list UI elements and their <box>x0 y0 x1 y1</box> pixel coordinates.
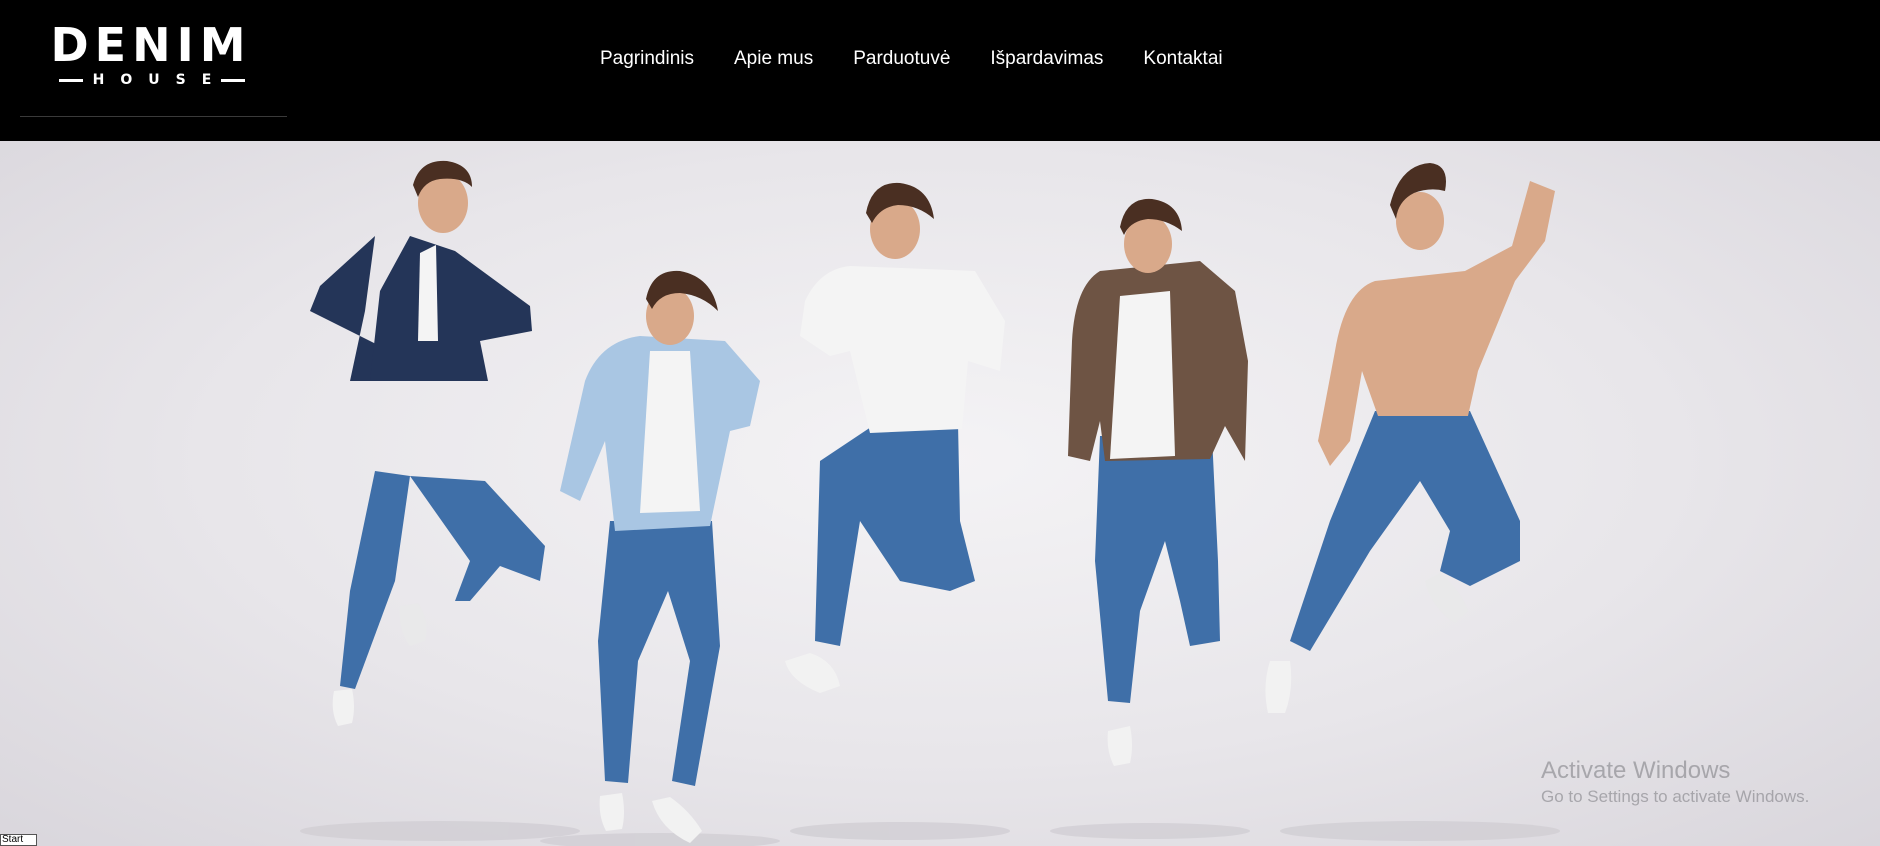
nav-item-kontaktai[interactable]: Kontaktai <box>1143 45 1222 73</box>
model-light-denim-jacket <box>560 270 760 843</box>
logo-subline: HOUSE <box>48 72 256 88</box>
nav-item-parduotuve[interactable]: Parduotuvė <box>853 45 950 73</box>
site-header: DENIM HOUSE Pagrindinis Apie mus Parduot… <box>0 0 1880 141</box>
watermark-title: Activate Windows <box>1541 757 1731 784</box>
windows-activation-watermark: Activate Windows Go to Settings to activ… <box>1541 756 1809 808</box>
model-white-tee <box>785 182 1005 693</box>
hero-banner <box>0 141 1880 846</box>
logo-subword: HOUSE <box>92 72 228 88</box>
logo-rule-right <box>221 78 246 82</box>
nav-item-pagrindinis[interactable]: Pagrindinis <box>600 45 694 73</box>
hero-image <box>300 160 1560 846</box>
nav-item-apie-mus[interactable]: Apie mus <box>734 45 813 73</box>
logo-rule-left <box>58 78 83 82</box>
logo-wordmark: DENIM <box>50 18 252 72</box>
nav-item-ispardavimas[interactable]: Išpardavimas <box>990 45 1103 73</box>
model-navy-blazer <box>310 160 545 726</box>
watermark-subtitle: Go to Settings to activate Windows. <box>1541 787 1810 806</box>
model-shirtless <box>1265 163 1555 713</box>
model-brown-jacket <box>1068 198 1248 766</box>
site-logo[interactable]: DENIM HOUSE <box>20 0 287 117</box>
start-button[interactable]: Start <box>0 834 37 846</box>
main-nav: Pagrindinis Apie mus Parduotuvė Išpardav… <box>600 45 1223 73</box>
